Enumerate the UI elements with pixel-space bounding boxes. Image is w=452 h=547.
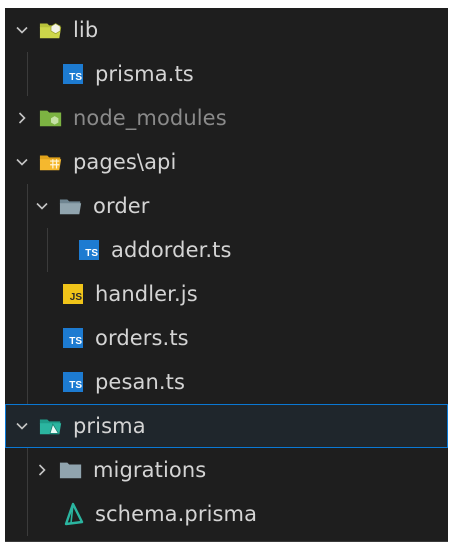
tree-item-addorder-ts[interactable]: TS addorder.ts <box>5 228 448 272</box>
tree-item-label: addorder.ts <box>111 238 232 262</box>
tree-item-label: order <box>93 194 150 218</box>
tree-item-label: prisma <box>73 414 146 438</box>
chevron-right-icon[interactable] <box>11 107 33 129</box>
tree-item-handler-js[interactable]: JS handler.js <box>5 272 448 316</box>
folder-icon <box>59 458 83 482</box>
typescript-file-icon: TS <box>61 326 85 350</box>
tree-item-node-modules[interactable]: node_modules <box>5 96 448 140</box>
tree-item-pesan-ts[interactable]: TS pesan.ts <box>5 360 448 404</box>
typescript-file-icon: TS <box>61 370 85 394</box>
chevron-right-icon[interactable] <box>31 459 53 481</box>
tree-item-label: pesan.ts <box>95 370 186 394</box>
tree-item-label: handler.js <box>95 282 198 306</box>
tree-item-pages-api[interactable]: pages\api <box>5 140 448 184</box>
tree-item-label: lib <box>73 18 99 42</box>
tree-item-prisma[interactable]: prisma <box>5 404 448 448</box>
tree-item-lib[interactable]: lib <box>5 8 448 52</box>
tree-item-order[interactable]: order <box>5 184 448 228</box>
chevron-down-icon[interactable] <box>31 195 53 217</box>
tree-item-label: prisma.ts <box>95 62 194 86</box>
folder-prisma-open-icon <box>39 414 63 438</box>
typescript-file-icon: TS <box>77 238 101 262</box>
tree-item-label: migrations <box>93 458 207 482</box>
tree-item-prisma-ts[interactable]: TS prisma.ts <box>5 52 448 96</box>
folder-pages-open-icon <box>39 150 63 174</box>
folder-lib-open-icon <box>39 18 63 42</box>
folder-open-icon <box>59 194 83 218</box>
file-explorer-tree: lib TS prisma.ts node_modules pages\api … <box>5 8 448 542</box>
tree-item-schema-prisma[interactable]: schema.prisma <box>5 492 448 536</box>
tree-item-migrations[interactable]: migrations <box>5 448 448 492</box>
chevron-down-icon[interactable] <box>11 19 33 41</box>
typescript-file-icon: TS <box>61 62 85 86</box>
prisma-file-icon <box>61 502 85 526</box>
folder-node-icon <box>39 106 63 130</box>
tree-item-label: orders.ts <box>95 326 189 350</box>
tree-item-label: pages\api <box>73 150 177 174</box>
chevron-down-icon[interactable] <box>11 151 33 173</box>
javascript-file-icon: JS <box>61 282 85 306</box>
tree-item-label: node_modules <box>73 106 227 130</box>
tree-item-label: schema.prisma <box>95 502 258 526</box>
chevron-down-icon[interactable] <box>11 415 33 437</box>
tree-item-orders-ts[interactable]: TS orders.ts <box>5 316 448 360</box>
